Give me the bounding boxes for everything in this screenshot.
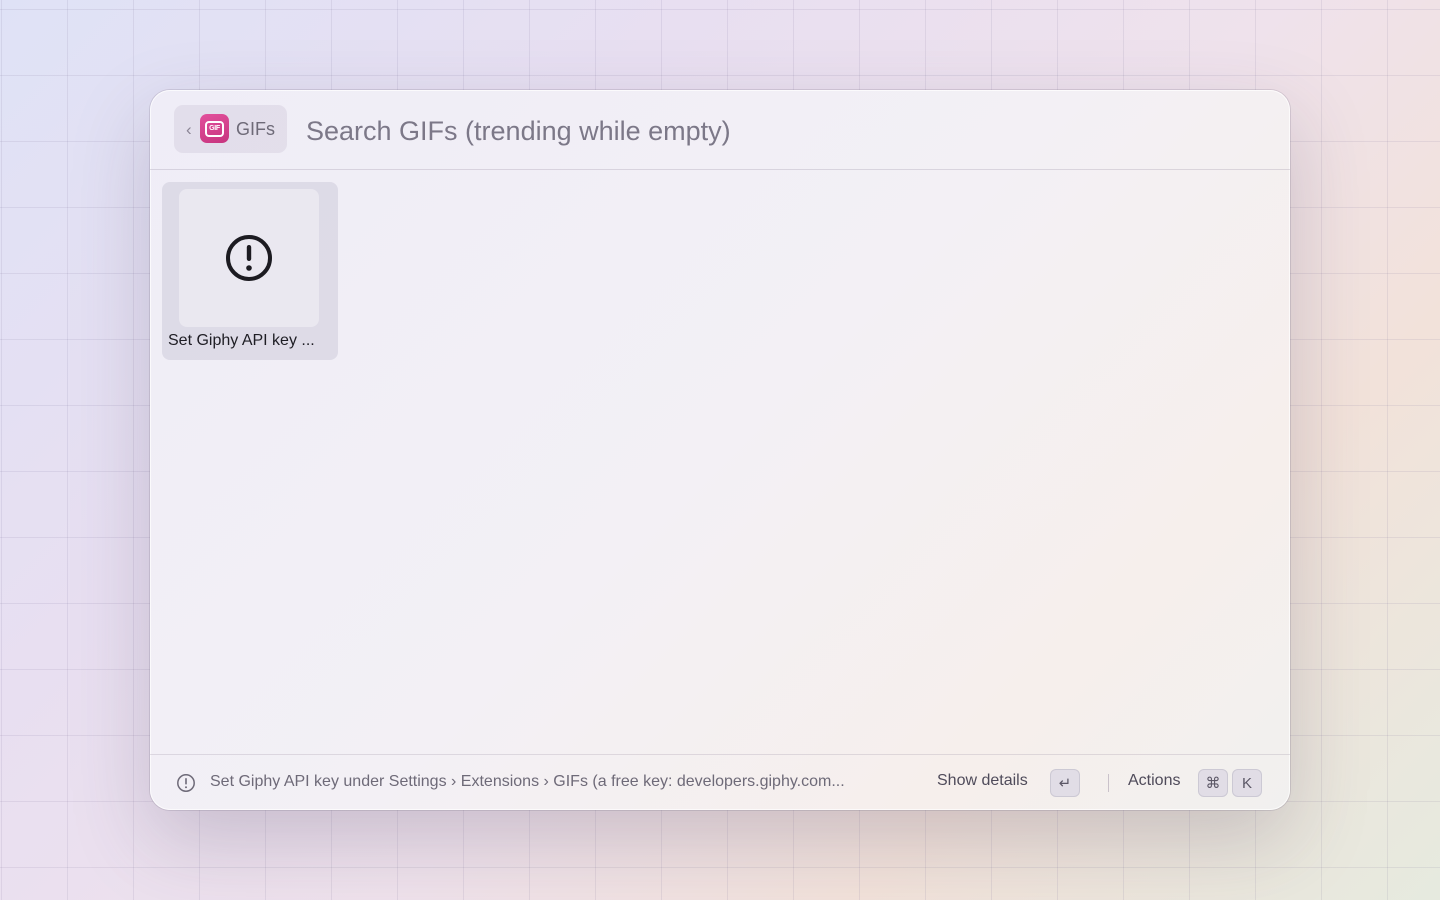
exclamation-circle-icon	[226, 235, 272, 281]
extension-name: GIFs	[236, 119, 275, 139]
gif-icon: GIF	[200, 114, 229, 143]
status-message: Set Giphy API key under Settings › Exten…	[210, 773, 845, 790]
chevron-left-icon[interactable]: ‹	[186, 120, 192, 140]
grid-item[interactable]: Set Giphy API key ...	[162, 182, 338, 360]
search-header: ‹ GIF GIFs	[150, 90, 1290, 170]
footer-divider	[1108, 774, 1109, 792]
actions-button[interactable]: Actions	[1128, 772, 1180, 790]
enter-key-hint: ↵	[1050, 769, 1080, 797]
search-input[interactable]	[304, 108, 1208, 154]
grid-item-tile[interactable]	[179, 189, 319, 327]
back-button[interactable]: ‹ GIF GIFs	[174, 105, 287, 153]
show-details-button[interactable]: Show details	[937, 772, 1028, 790]
grid-item-title: Set Giphy API key ...	[168, 332, 315, 349]
k-key-hint: K	[1232, 769, 1262, 797]
gif-icon-label: GIF	[205, 120, 224, 137]
exclamation-circle-icon	[177, 774, 195, 792]
command-key-hint: ⌘	[1198, 769, 1228, 797]
action-bar: Set Giphy API key under Settings › Exten…	[150, 754, 1290, 810]
launcher-window: ‹ GIF GIFs Set Giphy API key ... Set Gip…	[150, 90, 1290, 810]
